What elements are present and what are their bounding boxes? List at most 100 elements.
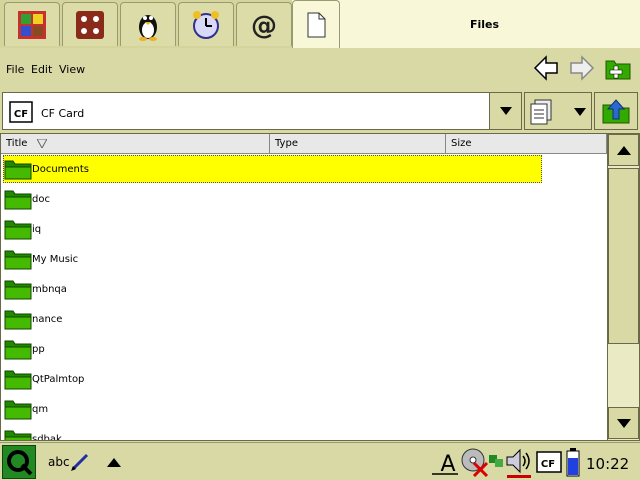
svg-text:CF: CF <box>541 459 555 470</box>
location-label: CF Card <box>41 107 85 120</box>
cd-disabled-icon <box>461 448 489 477</box>
menu-view[interactable]: View <box>59 63 85 76</box>
folder-icon <box>4 160 32 180</box>
location-combobox[interactable]: CF CF Card <box>2 92 522 130</box>
folder-icon <box>4 220 32 240</box>
network-icon <box>489 455 503 467</box>
folder-icon <box>4 190 32 210</box>
chevron-down-icon <box>574 108 586 116</box>
tab-documents[interactable] <box>292 0 340 48</box>
file-name: My Music <box>32 254 79 265</box>
view-mode-button[interactable] <box>524 92 592 130</box>
file-row[interactable]: mbnqa <box>1 274 607 304</box>
list-rows: Documents doc iq My Music mbnqa nance pp QtPalm… <box>1 154 607 441</box>
network-status[interactable] <box>488 449 504 471</box>
battery-status[interactable] <box>566 447 580 477</box>
parent-folder-button[interactable] <box>594 92 638 130</box>
file-row[interactable]: nance <box>1 304 607 334</box>
scrollbar-thumb[interactable] <box>608 168 639 344</box>
svg-text:A: A <box>440 452 455 477</box>
file-row[interactable]: qm <box>1 394 607 424</box>
launcher-tabbar: @ Files <box>0 0 640 48</box>
list-header: Title Type Size <box>1 134 607 154</box>
folder-icon <box>4 280 32 300</box>
scroll-up-button[interactable] <box>608 134 639 166</box>
volume-control[interactable] <box>504 447 534 479</box>
column-header-title[interactable]: Title <box>1 134 270 153</box>
file-row[interactable]: iq <box>1 214 607 244</box>
file-name: Documents <box>32 164 90 175</box>
file-row[interactable]: QtPalmtop <box>1 364 607 394</box>
folder-icon <box>4 370 32 390</box>
svg-text:CF: CF <box>14 109 28 120</box>
taskbar: abc A CF 10:22 <box>0 442 640 480</box>
title-area <box>292 0 640 48</box>
menubar: File Edit View <box>0 48 640 90</box>
file-row[interactable]: Documents <box>1 154 607 184</box>
column-header-type[interactable]: Type <box>270 134 446 153</box>
folder-up-icon <box>602 99 630 124</box>
keyboard-layout-indicator[interactable]: A <box>430 447 460 477</box>
tab-linux[interactable] <box>120 2 176 46</box>
folder-icon <box>4 250 32 270</box>
forward-button[interactable] <box>568 54 596 82</box>
games-icon <box>76 10 104 39</box>
input-method-button[interactable]: abc <box>48 451 90 473</box>
scroll-down-button[interactable] <box>608 407 639 439</box>
tab-applications[interactable] <box>4 2 60 46</box>
folder-icon <box>4 430 32 440</box>
battery-icon <box>566 448 580 477</box>
start-menu-button[interactable] <box>2 445 36 479</box>
column-header-size[interactable]: Size <box>446 134 607 153</box>
chevron-down-icon <box>616 418 631 428</box>
input-method-label: abc <box>48 455 70 469</box>
new-folder-button[interactable] <box>604 54 632 82</box>
new-folder-icon <box>605 60 631 80</box>
cf-card-icon: CF <box>536 451 562 473</box>
menu-edit[interactable]: Edit <box>31 63 52 76</box>
file-name: qm <box>32 404 49 415</box>
folder-icon <box>4 400 32 420</box>
file-row[interactable]: sdbak <box>1 424 607 441</box>
media-status[interactable] <box>460 447 490 477</box>
file-row[interactable]: pp <box>1 334 607 364</box>
document-list-icon <box>530 99 552 125</box>
file-name: QtPalmtop <box>32 374 85 385</box>
linux-penguin-icon <box>139 14 157 41</box>
app-title: Files <box>470 18 500 31</box>
file-row[interactable]: doc <box>1 184 607 214</box>
file-name: pp <box>32 344 45 355</box>
location-dropdown-button[interactable] <box>489 93 521 129</box>
email-at-icon: @ <box>251 11 277 41</box>
svg-text:@: @ <box>251 11 277 41</box>
chevron-down-icon <box>499 107 512 115</box>
document-icon <box>307 12 326 37</box>
file-name: nance <box>32 314 63 325</box>
tab-email[interactable]: @ <box>236 2 292 46</box>
pen-icon <box>70 453 88 471</box>
tab-games[interactable] <box>62 2 118 46</box>
arrow-left-icon <box>533 55 558 81</box>
clock[interactable]: 10:22 <box>586 455 629 473</box>
file-row[interactable]: My Music <box>1 244 607 274</box>
arrow-right-icon <box>570 55 595 81</box>
file-name: sdbak <box>32 434 62 441</box>
keyboard-letter-icon: A <box>432 452 458 477</box>
file-name: mbnqa <box>32 284 67 295</box>
cf-card-status[interactable]: CF <box>536 451 562 473</box>
vertical-scrollbar[interactable] <box>607 134 639 440</box>
location-bar: CF CF Card <box>0 90 640 132</box>
chevron-up-icon <box>107 457 121 467</box>
input-method-menu-button[interactable] <box>106 455 122 469</box>
speaker-icon <box>506 448 531 478</box>
applications-icon <box>18 10 46 39</box>
tab-clock[interactable] <box>178 2 234 46</box>
menu-file[interactable]: File <box>6 63 24 76</box>
cf-card-icon: CF <box>9 101 33 123</box>
chevron-up-icon <box>616 145 631 155</box>
file-name: iq <box>32 224 42 235</box>
file-list: Title Type Size Documents doc iq My Music mb… <box>0 133 640 441</box>
back-button[interactable] <box>532 54 560 82</box>
folder-icon <box>4 340 32 360</box>
file-name: doc <box>32 194 50 205</box>
